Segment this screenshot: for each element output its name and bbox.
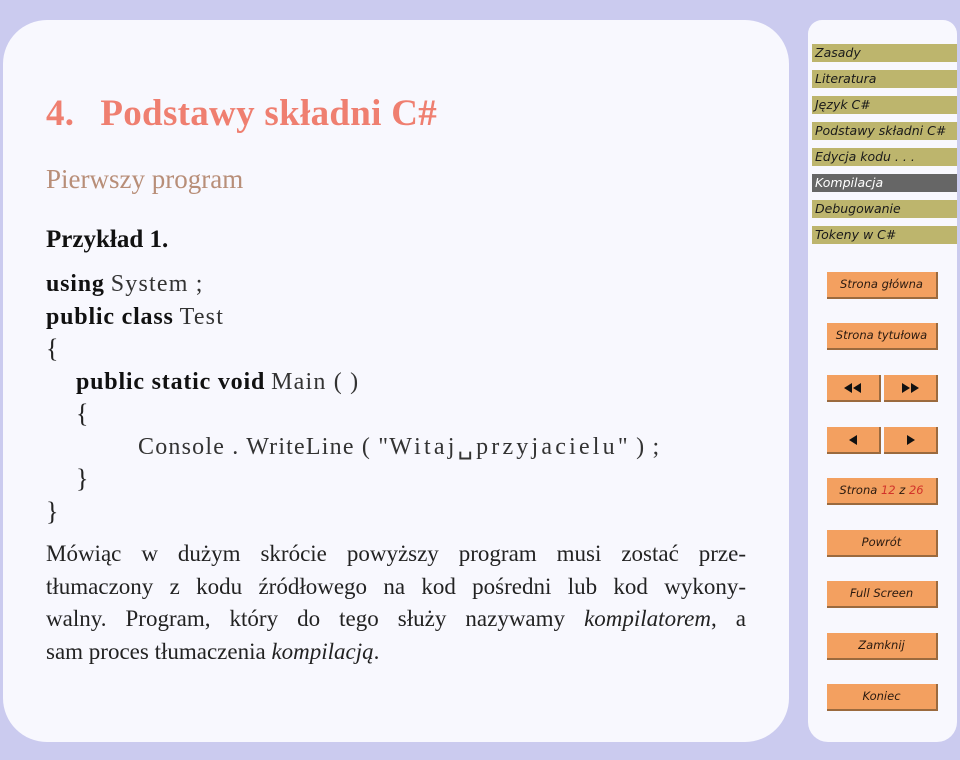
next-page-button[interactable] [884, 427, 938, 454]
paragraph-line: Mówiąc w dużym skrócie powyższy program … [46, 541, 746, 566]
back-button[interactable]: Powrót [827, 530, 938, 557]
code-keyword: public class [46, 303, 174, 330]
code-line: } [46, 496, 59, 526]
body-paragraph: Mówiąc w dużym skrócie powyższy program … [46, 538, 746, 668]
quit-button[interactable]: Koniec [827, 684, 938, 711]
code-string: Witaj␣przyjacielu [389, 433, 618, 460]
section-number: 4. [46, 93, 75, 134]
nav-item-debugowanie[interactable]: Debugowanie [812, 200, 957, 218]
previous-page-button[interactable] [827, 427, 881, 454]
code-line: Console . WriteLine ( "Witaj␣przyjacielu… [46, 431, 660, 464]
code-line: public class Test [46, 301, 660, 334]
double-left-triangle-icon [844, 380, 862, 394]
code-text: System ; [110, 271, 204, 297]
nav-item-zasady[interactable]: Zasady [812, 44, 957, 62]
code-text: " ) ; [617, 433, 661, 460]
paragraph-text: . [373, 638, 380, 664]
emphasis-term: kompilatorem [584, 606, 711, 631]
nav-item-kompilacja[interactable]: Kompilacja [812, 174, 957, 192]
total-pages-number: 26 [908, 483, 924, 497]
code-keyword: public static void [76, 368, 266, 395]
code-line: { [76, 399, 89, 428]
code-line: { [46, 334, 59, 363]
code-text: Test [179, 303, 225, 330]
paragraph-line: tłumaczony z kodu źródłowego na kod pośr… [46, 573, 746, 599]
paragraph-text: sam proces tłumaczenia [46, 638, 272, 664]
nav-item-edycja-kodu[interactable]: Edycja kodu . . . [812, 148, 957, 166]
code-text: Console . WriteLine ( " [138, 433, 390, 460]
code-text: Main ( ) [271, 368, 360, 395]
left-triangle-icon [848, 432, 858, 446]
title-page-button[interactable]: Strona tytułowa [827, 323, 938, 350]
code-listing: using System ; public class Test { publi… [46, 268, 660, 528]
current-page-number: 12 [880, 483, 896, 497]
last-page-button[interactable] [884, 375, 938, 402]
section-title: 4. Podstawy składni C# [46, 92, 437, 135]
nav-item-podstawy-skladni[interactable]: Podstawy składni C# [812, 122, 957, 140]
paragraph-text: , a [710, 606, 746, 631]
code-line: } [76, 464, 89, 493]
double-right-triangle-icon [901, 380, 919, 394]
close-button[interactable]: Zamknij [827, 633, 938, 660]
nav-item-literatura[interactable]: Literatura [812, 70, 957, 88]
home-page-button[interactable]: Strona główna [827, 272, 938, 299]
example-label: Przykład 1. [46, 226, 169, 253]
full-screen-button[interactable]: Full Screen [827, 581, 938, 608]
right-triangle-icon [906, 432, 915, 446]
emphasis-term: kompilacją [271, 638, 374, 664]
code-line: using System ; [46, 268, 660, 301]
nav-item-tokeny[interactable]: Tokeny w C# [812, 226, 957, 244]
section-title-text: Podstawy składni C# [100, 93, 438, 134]
page-separator: z [899, 483, 906, 497]
first-page-button[interactable] [827, 375, 881, 402]
page-label: Strona [839, 483, 878, 497]
paragraph-text: walny. Program, który do tego służy nazy… [46, 606, 585, 631]
subsection-title: Pierwszy program [46, 164, 244, 194]
code-keyword: using [46, 271, 105, 297]
page-indicator: Strona 12 z 26 [827, 478, 938, 505]
nav-item-jezyk-csharp[interactable]: Język C# [812, 96, 957, 114]
paragraph-line: walny. Program, który do tego służy nazy… [46, 603, 746, 636]
paragraph-line: sam proces tłumaczenia kompilacją. [46, 636, 746, 669]
code-line: public static void Main ( ) [46, 366, 660, 399]
